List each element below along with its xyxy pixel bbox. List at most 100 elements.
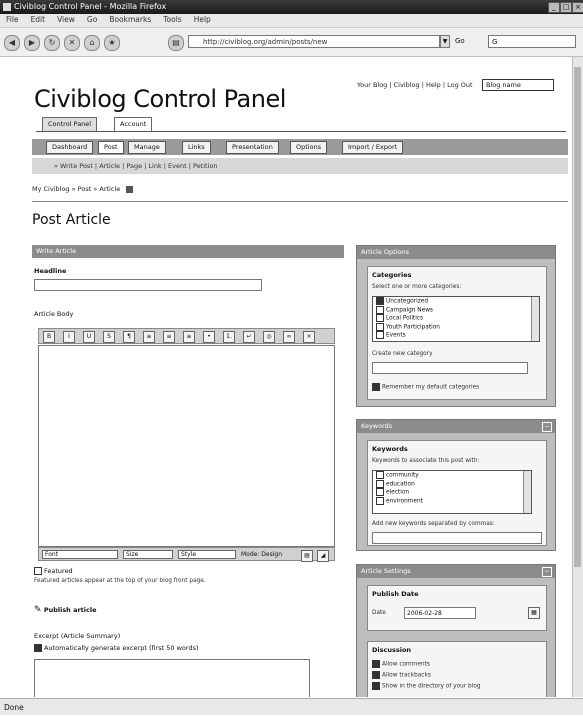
category-checkbox[interactable] — [376, 305, 384, 314]
category-item[interactable]: Uncategorized — [373, 297, 539, 306]
category-checkbox[interactable] — [376, 322, 384, 331]
rss-icon[interactable] — [126, 185, 134, 193]
show-in-directory-checkbox[interactable] — [372, 682, 380, 690]
categories-list[interactable]: Uncategorized Campaign News Local Politics… — [372, 296, 540, 342]
allow-trackbacks-option[interactable]: Allow trackbacks — [372, 671, 431, 679]
blog-select[interactable]: Blog name — [482, 79, 554, 91]
allow-comments-checkbox[interactable] — [372, 660, 380, 668]
allow-trackbacks-checkbox[interactable] — [372, 671, 380, 679]
headline-input[interactable] — [34, 279, 262, 291]
bookmark-icon[interactable]: ★ — [104, 35, 120, 51]
article-body-editor[interactable] — [38, 345, 335, 547]
editor-button[interactable]: B — [43, 331, 55, 343]
menu-item-help[interactable]: Help — [188, 14, 217, 25]
tab-control-panel[interactable]: Control Panel — [42, 117, 98, 131]
editor-button[interactable]: ∞ — [283, 331, 295, 343]
category-item[interactable]: Youth Participation — [373, 322, 539, 332]
tab-post[interactable]: Post — [98, 141, 124, 154]
keyword-checkbox[interactable] — [376, 496, 384, 505]
collapse-icon[interactable]: − — [542, 422, 552, 432]
editor-mode-label[interactable]: Mode: Design — [241, 551, 282, 558]
keywords-scrollbar[interactable] — [523, 471, 531, 513]
keyword-item[interactable]: environment — [373, 496, 531, 506]
home-icon[interactable]: ⌂ — [84, 35, 100, 51]
menu-item-tools[interactable]: Tools — [157, 14, 187, 25]
editor-button[interactable]: S — [103, 331, 115, 343]
address-dropdown-icon[interactable]: ▼ — [440, 35, 450, 48]
html-mode-icon[interactable]: ▤ — [301, 550, 313, 562]
top-links[interactable]: Your Blog | Civiblog | Help | Log Out — [357, 81, 473, 89]
editor-button[interactable]: 1. — [223, 331, 235, 343]
tab-options[interactable]: Options — [290, 141, 328, 154]
featured-checkbox[interactable] — [34, 567, 42, 575]
tab-account[interactable]: Account — [114, 117, 153, 131]
excerpt-auto-option[interactable]: Automatically generate excerpt (first 50… — [34, 644, 199, 652]
editor-button[interactable]: ≡ — [143, 331, 155, 343]
tab-presentation[interactable]: Presentation — [226, 141, 279, 154]
keyword-item[interactable]: election — [373, 488, 531, 497]
size-select[interactable]: Size — [123, 550, 173, 559]
keyword-item[interactable]: education — [373, 479, 531, 489]
keyword-checkbox[interactable] — [376, 471, 384, 479]
font-select[interactable]: Font — [42, 550, 118, 559]
category-item[interactable]: Local Politics — [373, 314, 539, 323]
minimize-button[interactable]: _ — [548, 2, 560, 13]
editor-button[interactable]: × — [303, 331, 315, 343]
new-keywords-input[interactable] — [372, 532, 542, 544]
close-button[interactable]: × — [572, 2, 583, 13]
editor-button[interactable]: I — [63, 331, 75, 343]
show-in-directory-option[interactable]: Show in the directory of your blog — [372, 682, 481, 690]
menu-item-bookmarks[interactable]: Bookmarks — [103, 14, 157, 25]
stop-icon[interactable]: ✕ — [64, 35, 80, 51]
allow-comments-option[interactable]: Allow comments — [372, 660, 430, 668]
remember-categories-option[interactable]: Remember my default categories — [372, 383, 479, 391]
maximize-button[interactable]: □ — [560, 2, 572, 13]
editor-button[interactable]: U — [83, 331, 95, 343]
collapse-icon[interactable]: − — [542, 567, 552, 577]
category-checkbox[interactable] — [376, 331, 384, 339]
excerpt-auto-checkbox[interactable] — [34, 644, 42, 652]
keyword-checkbox[interactable] — [376, 479, 384, 488]
editor-button[interactable]: ≡ — [163, 331, 175, 343]
tab-dashboard[interactable]: Dashboard — [46, 141, 94, 154]
editor-button[interactable]: ¶ — [123, 331, 135, 343]
publish-option[interactable]: ✎ Publish article — [34, 605, 97, 615]
menu-item-file[interactable]: File — [0, 14, 25, 25]
featured-option[interactable]: Featured — [34, 567, 73, 575]
back-icon[interactable]: ◀ — [4, 35, 20, 51]
keywords-list[interactable]: community education election environment — [372, 470, 532, 514]
search-box[interactable]: G — [488, 35, 576, 48]
remember-categories-checkbox[interactable] — [372, 383, 380, 391]
editor-button[interactable]: • — [203, 331, 215, 343]
tab-manage[interactable]: Manage — [128, 141, 166, 154]
new-category-input[interactable] — [372, 362, 528, 374]
menu-item-view[interactable]: View — [51, 14, 81, 25]
sub-navigation[interactable]: » Write Post | Article | Page | Link | E… — [32, 158, 568, 174]
menu-item-edit[interactable]: Edit — [25, 14, 52, 25]
categories-scrollbar[interactable] — [531, 297, 539, 341]
forward-icon[interactable]: ▶ — [24, 35, 40, 51]
tab-links[interactable]: Links — [182, 141, 211, 154]
editor-button[interactable]: ≡ — [183, 331, 195, 343]
keyword-checkbox[interactable] — [376, 488, 384, 496]
editor-button[interactable]: ↵ — [243, 331, 255, 343]
menu-item-go[interactable]: Go — [81, 14, 103, 25]
keyword-item[interactable]: community — [373, 471, 531, 480]
resize-icon[interactable]: ◢ — [317, 550, 329, 562]
category-checkbox[interactable] — [376, 297, 384, 305]
breadcrumb-text[interactable]: My Civiblog » Post » Article — [32, 185, 120, 193]
category-item[interactable]: Events — [373, 331, 539, 340]
style-select[interactable]: Style — [178, 550, 236, 559]
editor-button[interactable]: ◎ — [263, 331, 275, 343]
address-bar[interactable]: http://civiblog.org/admin/posts/new — [188, 35, 440, 48]
vertical-scrollbar[interactable] — [572, 57, 583, 697]
tab-import-export[interactable]: Import / Export — [342, 141, 404, 154]
excerpt-textarea[interactable] — [34, 659, 310, 697]
go-button[interactable]: Go — [455, 35, 465, 48]
category-checkbox[interactable] — [376, 314, 384, 322]
scrollbar-thumb[interactable] — [574, 67, 581, 567]
publish-date-input[interactable]: 2006-02-28 — [404, 607, 476, 619]
calendar-icon[interactable]: ▦ — [528, 607, 540, 619]
reload-icon[interactable]: ↻ — [44, 35, 60, 51]
category-item[interactable]: Campaign News — [373, 305, 539, 315]
